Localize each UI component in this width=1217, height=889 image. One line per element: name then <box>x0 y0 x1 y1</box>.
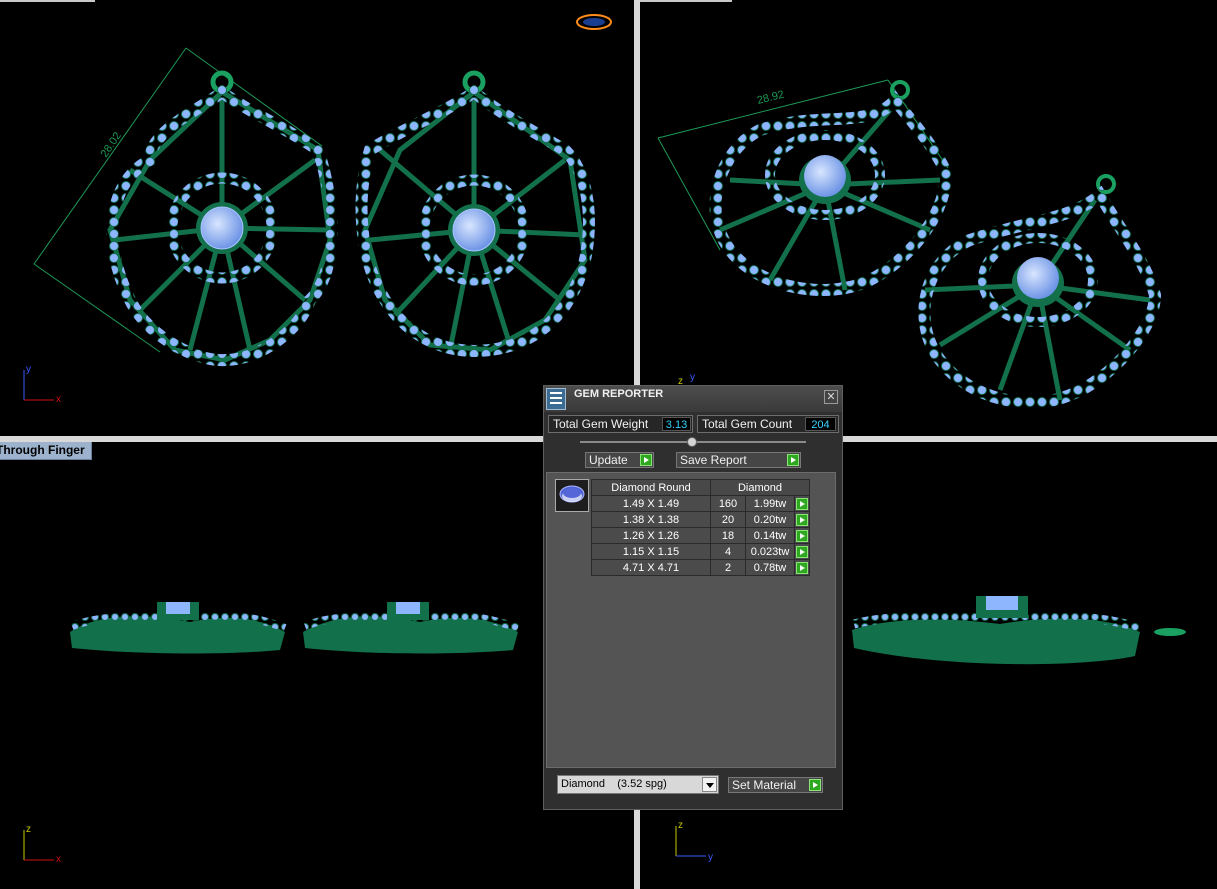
top-view-earrings: 28.02 y x <box>23 14 612 405</box>
gem-weight: 0.20tw <box>745 511 795 528</box>
set-material-button[interactable]: Set Material <box>728 777 823 793</box>
play-arrow-icon <box>640 454 652 466</box>
table-row: 1.38 X 1.38 20 0.20tw <box>591 511 810 528</box>
chevron-down-icon[interactable] <box>702 777 717 792</box>
gem-table: Diamond Round Diamond 1.49 X 1.49 160 1.… <box>591 479 810 576</box>
gem-count: 18 <box>710 527 746 544</box>
gem-size: 1.26 X 1.26 <box>591 527 711 544</box>
row-select-button[interactable] <box>794 559 810 576</box>
total-gem-weight-value: 3.13 <box>662 417 691 431</box>
axis-indicator: z x <box>23 824 61 865</box>
save-report-button-label: Save Report <box>680 453 747 467</box>
gem-size: 1.38 X 1.38 <box>591 511 711 528</box>
panel-slider-knob[interactable] <box>687 437 697 447</box>
viewport-top[interactable]: 28.02 y x <box>0 0 634 436</box>
row-select-button[interactable] <box>794 511 810 528</box>
viewport-perspective[interactable]: 28.92 z y <box>640 0 1217 436</box>
table-row: 4.71 X 4.71 2 0.78tw <box>591 559 810 576</box>
front-view-earrings: z x <box>23 602 520 865</box>
dimension-label: 28.02 <box>99 130 124 160</box>
row-select-button[interactable] <box>794 543 810 560</box>
close-button[interactable]: ✕ <box>824 390 838 404</box>
total-gem-weight: Total Gem Weight 3.13 <box>548 415 693 433</box>
svg-text:y: y <box>690 372 695 383</box>
diamond-round-icon <box>555 479 589 512</box>
gem-size: 1.15 X 1.15 <box>591 543 711 560</box>
gem-weight: 1.99tw <box>745 495 795 512</box>
svg-text:z: z <box>26 824 31 835</box>
play-arrow-icon <box>796 529 808 542</box>
axis-indicator: z y <box>675 820 713 863</box>
gem-weight: 0.14tw <box>745 527 795 544</box>
gem-reporter-icon <box>546 388 566 410</box>
total-gem-count: Total Gem Count 204 <box>697 415 839 433</box>
gem-weight: 0.78tw <box>745 559 795 576</box>
play-arrow-icon <box>809 779 821 791</box>
update-button-label: Update <box>589 453 628 467</box>
material-select[interactable]: Diamond (3.52 spg) <box>557 775 719 794</box>
total-gem-count-value: 204 <box>805 417 836 431</box>
update-button[interactable]: Update <box>585 452 654 468</box>
table-row: 1.15 X 1.15 4 0.023tw <box>591 543 810 560</box>
earring-side-right <box>303 602 520 654</box>
viewport-label: Through Finger <box>0 442 92 460</box>
material-select-value: Diamond (3.52 spg) <box>561 778 667 790</box>
perspective-view-earrings: 28.92 z y <box>657 79 1162 409</box>
dimension-label: 28.92 <box>756 89 786 107</box>
gem-size: 4.71 X 4.71 <box>591 559 711 576</box>
total-gem-count-label: Total Gem Count <box>702 417 793 431</box>
col-header-shape: Diamond Round <box>591 479 711 496</box>
gem-reporter-panel: GEM REPORTER ✕ Total Gem Weight 3.13 Tot… <box>543 385 843 810</box>
gem-count: 2 <box>710 559 746 576</box>
gem-weight: 0.023tw <box>745 543 795 560</box>
play-arrow-icon <box>796 561 808 574</box>
viewport-front[interactable]: z x Through Finger <box>0 442 634 889</box>
gem-count: 4 <box>710 543 746 560</box>
svg-text:y: y <box>26 364 31 375</box>
save-report-button[interactable]: Save Report <box>676 452 801 468</box>
earring-right <box>355 70 595 357</box>
svg-text:y: y <box>708 852 713 863</box>
table-row: 1.26 X 1.26 18 0.14tw <box>591 527 810 544</box>
col-header-material: Diamond <box>710 479 810 496</box>
earring-side-right-view <box>852 596 1186 665</box>
earring-back <box>709 80 952 296</box>
row-select-button[interactable] <box>794 495 810 512</box>
panel-title: GEM REPORTER <box>574 388 664 400</box>
play-arrow-icon <box>787 454 799 466</box>
svg-text:z: z <box>678 820 683 831</box>
set-material-button-label: Set Material <box>732 778 797 792</box>
earring-left <box>106 70 338 367</box>
gem-count: 160 <box>710 495 746 512</box>
row-select-button[interactable] <box>794 527 810 544</box>
svg-text:x: x <box>56 394 61 405</box>
earring-front <box>918 174 1162 409</box>
table-row: 1.49 X 1.49 160 1.99tw <box>591 495 810 512</box>
gem-size: 1.49 X 1.49 <box>591 495 711 512</box>
play-arrow-icon <box>796 545 808 558</box>
gem-table-area: Diamond Round Diamond 1.49 X 1.49 160 1.… <box>546 472 836 768</box>
svg-text:x: x <box>56 854 61 865</box>
earring-side-left <box>70 602 287 654</box>
total-gem-weight-label: Total Gem Weight <box>553 417 649 431</box>
axis-indicator: y x <box>23 364 61 405</box>
play-arrow-icon <box>796 513 808 526</box>
play-arrow-icon <box>796 497 808 510</box>
panel-titlebar[interactable]: GEM REPORTER ✕ <box>544 386 842 412</box>
gem-count: 20 <box>710 511 746 528</box>
